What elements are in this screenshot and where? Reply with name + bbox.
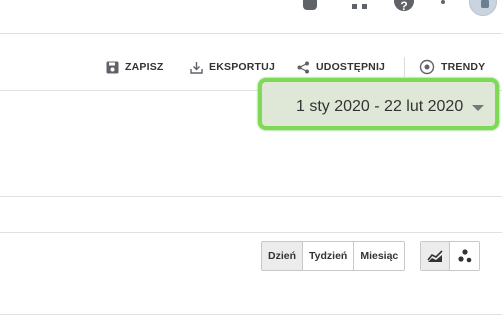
trends-button[interactable]: TRENDY	[419, 58, 485, 76]
date-range-picker[interactable]: 1 sty 2020 - 22 lut 2020	[258, 78, 499, 130]
trends-label: TRENDY	[441, 61, 486, 73]
date-range-label: 1 sty 2020 - 22 lut 2020	[296, 98, 464, 115]
section-divider	[0, 196, 502, 197]
chart-type-toggle	[420, 241, 480, 271]
notifications-icon[interactable]	[303, 0, 317, 10]
motion-chart-icon	[457, 249, 471, 263]
line-chart-icon	[427, 250, 443, 262]
save-button[interactable]: ZAPISZ	[106, 58, 164, 76]
top-app-bar: ?	[0, 0, 502, 34]
export-label: EKSPORTUJ	[209, 61, 275, 73]
granularity-toggle: Dzień Tydzień Miesiąc	[261, 241, 406, 271]
share-label: UDOSTĘPNIJ	[316, 61, 386, 73]
section-divider	[0, 314, 502, 315]
toolbar-divider	[404, 57, 405, 77]
granularity-month[interactable]: Miesiąc	[354, 242, 405, 270]
download-icon	[190, 61, 203, 74]
help-icon[interactable]: ?	[394, 0, 414, 13]
share-icon	[297, 61, 309, 73]
account-avatar[interactable]	[469, 0, 497, 16]
line-chart-button[interactable]	[421, 242, 450, 270]
trends-icon	[419, 59, 435, 75]
save-icon	[106, 61, 119, 73]
motion-chart-button[interactable]	[450, 242, 479, 270]
save-label: ZAPISZ	[125, 61, 164, 73]
more-vert-icon[interactable]	[441, 0, 445, 12]
granularity-day[interactable]: Dzień	[262, 242, 304, 270]
share-button[interactable]: UDOSTĘPNIJ	[297, 58, 385, 76]
chevron-down-icon	[472, 105, 484, 111]
apps-icon[interactable]	[352, 4, 368, 10]
granularity-week[interactable]: Tydzień	[303, 242, 355, 270]
export-button[interactable]: EKSPORTUJ	[190, 58, 275, 76]
section-divider	[0, 232, 502, 233]
